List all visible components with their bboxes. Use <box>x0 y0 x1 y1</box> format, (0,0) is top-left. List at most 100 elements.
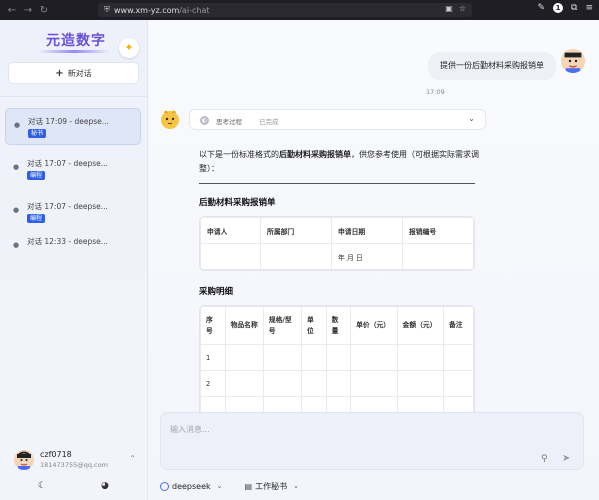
chevron-down-icon: ⌄ <box>293 482 299 490</box>
table-cell <box>262 370 303 397</box>
conversation-item[interactable]: ● 对话 12:33 - deepse... <box>5 229 141 266</box>
moon-icon[interactable]: ☾ <box>38 481 46 491</box>
table-header: 申请人 <box>200 217 262 244</box>
plus-icon: + <box>55 67 64 79</box>
table-cell <box>224 344 264 371</box>
table-header: 备注 <box>442 306 474 345</box>
conversation-item[interactable]: ● 对话 17:07 - deepse... 编程 <box>5 194 141 231</box>
table-cell: 年 月 日 <box>331 243 403 270</box>
divider <box>0 96 148 97</box>
model-selector[interactable]: deepseek ⌄ <box>160 481 223 491</box>
composer-options: deepseek ⌄ ▤ 工作秘书 ⌄ <box>160 479 460 493</box>
tools-icon[interactable]: ✎ <box>537 3 545 13</box>
table-cell <box>442 370 474 397</box>
conversation-tag: 秘书 <box>28 129 47 138</box>
shield-icon: ⛨ <box>104 5 110 14</box>
collapse-sidebar-button[interactable]: ✦ <box>119 38 139 58</box>
address-bar[interactable]: ⛨ www.xm-yz.com/ai-chat ▣ ☆ <box>98 3 472 17</box>
thinking-panel[interactable]: ◐ 思考过程 已完成 ⌄ <box>189 109 486 130</box>
logo-underline <box>38 50 110 53</box>
message-input[interactable]: 输入消息... <box>170 424 210 435</box>
conversation-title: 对话 17:09 - deepse... <box>28 117 109 126</box>
message-composer[interactable]: 输入消息... ⚲ ➤ <box>160 412 584 470</box>
chat-bubble-icon: ● <box>13 241 20 249</box>
extensions-icon[interactable]: ⧉ <box>571 3 577 13</box>
menu-icon[interactable]: ≡ <box>585 3 593 13</box>
table-header: 申请日期 <box>331 217 403 244</box>
table-row: 2 <box>200 370 474 397</box>
form-heading: 后勤材料采购报销单 <box>199 198 276 208</box>
table-cell <box>350 370 398 397</box>
chat-bubble-icon: ● <box>14 121 21 129</box>
browser-toolbar: ← → ↻ ⛨ www.xm-yz.com/ai-chat ▣ ☆ ✎ 1 ⧉ … <box>0 0 599 20</box>
notification-badge[interactable]: 1 <box>553 3 564 13</box>
conversation-title: 对话 17:07 - deepse... <box>27 202 108 211</box>
sidebar-footer: ☾ ◕ <box>0 481 148 493</box>
table-row: 1 <box>200 344 474 371</box>
table-header: 所属部门 <box>260 217 333 244</box>
table-header: 单价（元） <box>350 306 398 345</box>
reload-icon[interactable]: ↻ <box>36 5 52 16</box>
reader-icon[interactable]: ▣ <box>445 4 453 13</box>
conversation-tag: 编程 <box>27 171 46 180</box>
chat-main: 提供一份后勤材料采购报销单 17:09 ◐ 思考过程 已完成 ⌄ 以下是一份标准… <box>149 20 599 500</box>
conversation-title: 对话 17:07 - deepse... <box>27 159 108 168</box>
logo-text: 元造数字 <box>46 33 106 49</box>
send-icon[interactable]: ➤ <box>562 453 570 464</box>
back-icon[interactable]: ← <box>4 5 20 16</box>
table-header: 报销编号 <box>401 217 474 244</box>
table-header: 金额（元） <box>396 306 444 345</box>
table-cell: 2 <box>200 370 226 397</box>
chevron-up-icon[interactable]: ⌃ <box>129 454 136 463</box>
conversation-item[interactable]: ● 对话 17:07 - deepse... 编程 <box>5 151 141 188</box>
avatar <box>14 450 34 470</box>
bookmark-icon[interactable]: ☆ <box>459 4 466 13</box>
table-cell <box>325 370 352 397</box>
user-message: 提供一份后勤材料采购报销单 <box>428 52 556 80</box>
assistant-avatar <box>157 106 183 132</box>
table-cell <box>401 243 474 270</box>
answer-intro: 以下是一份标准格式的后勤材料采购报销单，供您参考使用（可根据实际需求调整）： <box>199 150 479 173</box>
sparkle-icon: ✦ <box>124 41 134 54</box>
attachment-icon[interactable]: ⚲ <box>541 454 548 464</box>
user-name: czf0718 <box>40 450 72 459</box>
new-chat-button[interactable]: + 新对话 <box>8 62 139 84</box>
assistant-label: 工作秘书 <box>255 481 288 491</box>
message-time: 17:09 <box>426 88 445 96</box>
url-text: www.xm-yz.com/ai-chat <box>114 5 210 15</box>
chevron-down-icon[interactable]: ⌄ <box>468 114 475 123</box>
chat-bubble-icon: ● <box>13 163 20 171</box>
sidebar: 元造数字 ✦ + 新对话 ● 对话 17:09 - deepse... 秘书 ●… <box>0 20 148 500</box>
forward-icon[interactable]: → <box>20 5 36 16</box>
conversation-title: 对话 12:33 - deepse... <box>27 237 108 246</box>
table-cell: 1 <box>200 344 226 371</box>
table-header: 序号 <box>200 306 226 345</box>
user-profile[interactable]: czf0718 181473755@qq.com ⌃ <box>12 448 140 472</box>
thinking-status: 已完成 <box>259 118 279 126</box>
chevron-down-icon: ⌄ <box>216 482 223 490</box>
new-chat-label: 新对话 <box>67 68 92 78</box>
assistant-message: 以下是一份标准格式的后勤材料采购报销单，供您参考使用（可根据实际需求调整）： 后… <box>199 148 479 418</box>
divider <box>199 183 475 184</box>
assistant-selector[interactable]: ▤ 工作秘书 ⌄ <box>245 481 299 492</box>
pie-chart-icon[interactable]: ◕ <box>101 481 109 491</box>
table-cell <box>200 243 262 270</box>
table-cell <box>224 370 264 397</box>
table-row: 年 月 日 <box>200 243 474 270</box>
brain-icon: ◐ <box>200 116 209 125</box>
table-cell <box>260 243 333 270</box>
table-header: 数量 <box>325 306 352 345</box>
conversation-tag: 编程 <box>27 214 46 223</box>
table-header: 规格/型号 <box>262 306 303 345</box>
logo: 元造数字 ✦ <box>0 30 148 58</box>
table-cell <box>442 344 474 371</box>
conversation-item[interactable]: ● 对话 17:09 - deepse... 秘书 <box>5 108 141 145</box>
chat-bubble-icon: ● <box>13 206 20 214</box>
table-cell <box>325 344 352 371</box>
purchase-detail-table: 序号 物品名称 规格/型号 单位 数量 单价（元） 金额（元） 备注 1 2 <box>199 305 475 418</box>
table-header: 单位 <box>301 306 327 345</box>
user-email: 181473755@qq.com <box>40 461 108 469</box>
table-cell <box>301 344 327 371</box>
table-cell <box>396 344 444 371</box>
section-heading: 采购明细 <box>199 287 234 297</box>
